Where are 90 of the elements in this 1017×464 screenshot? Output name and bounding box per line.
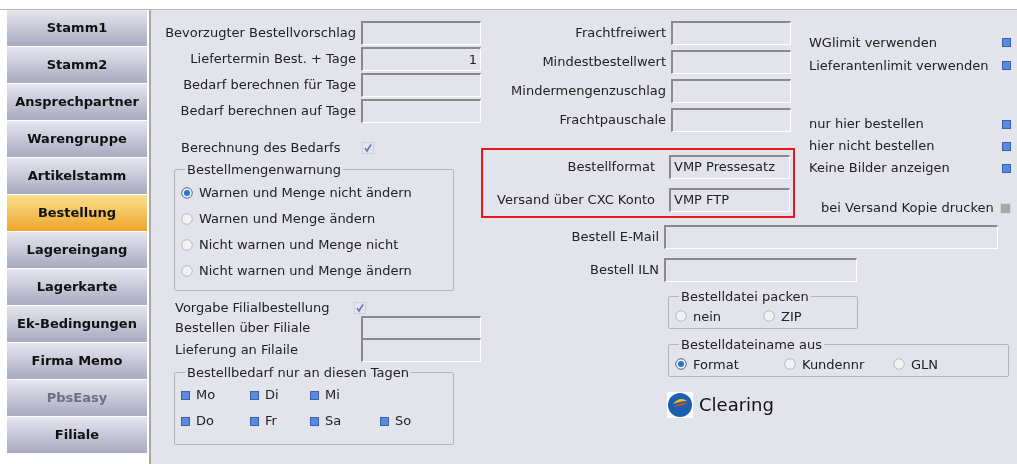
- field-label: Bestellformat: [566, 157, 656, 176]
- checkbox-label: Lieferantenlimit verwenden: [809, 56, 989, 75]
- field-label: Liefertermin Best. + Tage: [190, 50, 356, 69]
- field-label: Bestell ILN: [589, 261, 660, 280]
- field-label: Bestellen über Filiale: [175, 318, 311, 337]
- radio-button[interactable]: [675, 358, 687, 371]
- group-title: Bestellbedarf nur an diesen Tagen: [186, 363, 411, 382]
- checkbox-label: Keine Bilder anzeigen: [809, 159, 950, 178]
- radio-button[interactable]: [893, 358, 905, 371]
- clearing-label: Clearing: [699, 393, 774, 417]
- field-label: Bestell E-Mail: [570, 228, 660, 247]
- field-label: Lieferung an Filaile: [175, 340, 298, 359]
- checkbox[interactable]: [1002, 163, 1011, 173]
- checkbox[interactable]: [1002, 119, 1011, 129]
- checkbox-label: nur hier bestellen: [809, 115, 924, 134]
- sidebar-item[interactable]: Bestellung: [7, 195, 147, 232]
- checkbox[interactable]: [181, 390, 190, 400]
- radio-label: ZIP: [781, 307, 802, 326]
- input-field[interactable]: 1: [361, 47, 481, 71]
- input-field[interactable]: [361, 337, 481, 362]
- radio-button[interactable]: [181, 264, 193, 277]
- sidebar-item[interactable]: Artikelstamm: [7, 158, 147, 195]
- radio-button[interactable]: [763, 310, 775, 323]
- input-field[interactable]: [671, 78, 791, 103]
- radio-label: Format: [693, 355, 739, 374]
- sidebar-item[interactable]: Stamm1: [7, 10, 147, 47]
- field-label: Bevorzugter Bestellvorschlag: [165, 24, 356, 43]
- checkbox-label: WGlimit verwenden: [809, 33, 938, 52]
- radio-label: Nicht warnen und Menge ändern: [199, 261, 412, 280]
- checkbox-label: Mi: [325, 386, 340, 405]
- checkbox-label: hier nicht bestellen: [809, 137, 935, 156]
- radio-label: GLN: [911, 355, 939, 374]
- checkbox-label: Fr: [265, 412, 277, 431]
- checkbox[interactable]: [310, 390, 319, 400]
- input-field[interactable]: [671, 49, 791, 74]
- group-title: Bestelldatei packen: [680, 288, 810, 306]
- radio-button[interactable]: [675, 310, 687, 323]
- sidebar-item[interactable]: Lagereingang: [7, 232, 147, 269]
- sidebar-item[interactable]: Stamm2: [7, 47, 147, 84]
- field-label: Mindermengenzuschlag: [511, 81, 666, 100]
- radio-label: Warnen und Menge nicht ändern: [199, 183, 412, 202]
- field-label: Frachtpauschale: [559, 110, 666, 129]
- radio-label: Kundennr: [802, 355, 865, 374]
- input-field[interactable]: [361, 21, 481, 45]
- input-field[interactable]: VMP Pressesatz: [669, 154, 790, 179]
- field-label: Bedarf berechnen auf Tage: [180, 102, 356, 121]
- checkbox-label: Mo: [196, 386, 216, 405]
- input-field[interactable]: [361, 99, 481, 123]
- group-title: Bestelldateiname aus: [680, 336, 823, 354]
- sidebar-item[interactable]: Warengruppe: [7, 121, 147, 158]
- checkbox[interactable]: [1002, 141, 1011, 151]
- sidebar-item[interactable]: Lagerkarte: [7, 269, 147, 306]
- input-field[interactable]: [361, 73, 481, 97]
- sidebar-item[interactable]: Ek-Bedingungen: [7, 306, 147, 343]
- checkbox[interactable]: [250, 390, 259, 400]
- checkbox[interactable]: [181, 416, 190, 426]
- input-field[interactable]: [671, 107, 791, 132]
- checkbox[interactable]: [250, 416, 259, 426]
- checkbox-label: Berechnung des Bedarfs: [181, 139, 341, 158]
- radio-label: Nicht warnen und Menge nicht: [199, 235, 399, 254]
- field-label: Versand über CXC Konto: [496, 190, 656, 209]
- input-field[interactable]: [664, 258, 857, 282]
- radio-label: nein: [693, 307, 722, 326]
- checkbox[interactable]: [1002, 38, 1011, 47]
- field-label: Bedarf berechnen für Tage: [183, 76, 356, 95]
- group-title: Bestellmengenwarnung: [186, 161, 343, 179]
- input-field[interactable]: VMP FTP: [669, 187, 790, 212]
- sidebar-item[interactable]: Ansprechpartner: [7, 84, 147, 121]
- radio-button[interactable]: [181, 238, 193, 251]
- checkbox-label: Vorgabe Filialbestellung: [175, 298, 330, 317]
- field-label: Mindestbestellwert: [542, 52, 666, 71]
- checkbox-label: Do: [196, 412, 214, 431]
- sidebar-item[interactable]: Filiale: [7, 417, 147, 454]
- field-label: Frachtfreiwert: [575, 23, 666, 42]
- checkbox-label: Di: [265, 386, 279, 405]
- radio-label: Warnen und Menge ändern: [199, 209, 376, 228]
- checkbox[interactable]: [310, 416, 319, 426]
- radio-button[interactable]: [181, 186, 193, 199]
- input-field[interactable]: [664, 225, 998, 249]
- sidebar-item[interactable]: Firma Memo: [7, 343, 147, 380]
- globe-logo-icon: [667, 391, 693, 418]
- checkbox[interactable]: [380, 416, 389, 426]
- radio-button[interactable]: [181, 212, 193, 225]
- checkbox-label: Sa: [325, 412, 342, 431]
- radio-button[interactable]: [784, 358, 796, 371]
- checkbox-label: bei Versand Kopie drucken: [821, 199, 994, 218]
- input-field[interactable]: [361, 315, 481, 340]
- input-field[interactable]: [671, 20, 791, 45]
- checkbox-label: So: [395, 412, 412, 431]
- checkbox[interactable]: [1002, 61, 1011, 70]
